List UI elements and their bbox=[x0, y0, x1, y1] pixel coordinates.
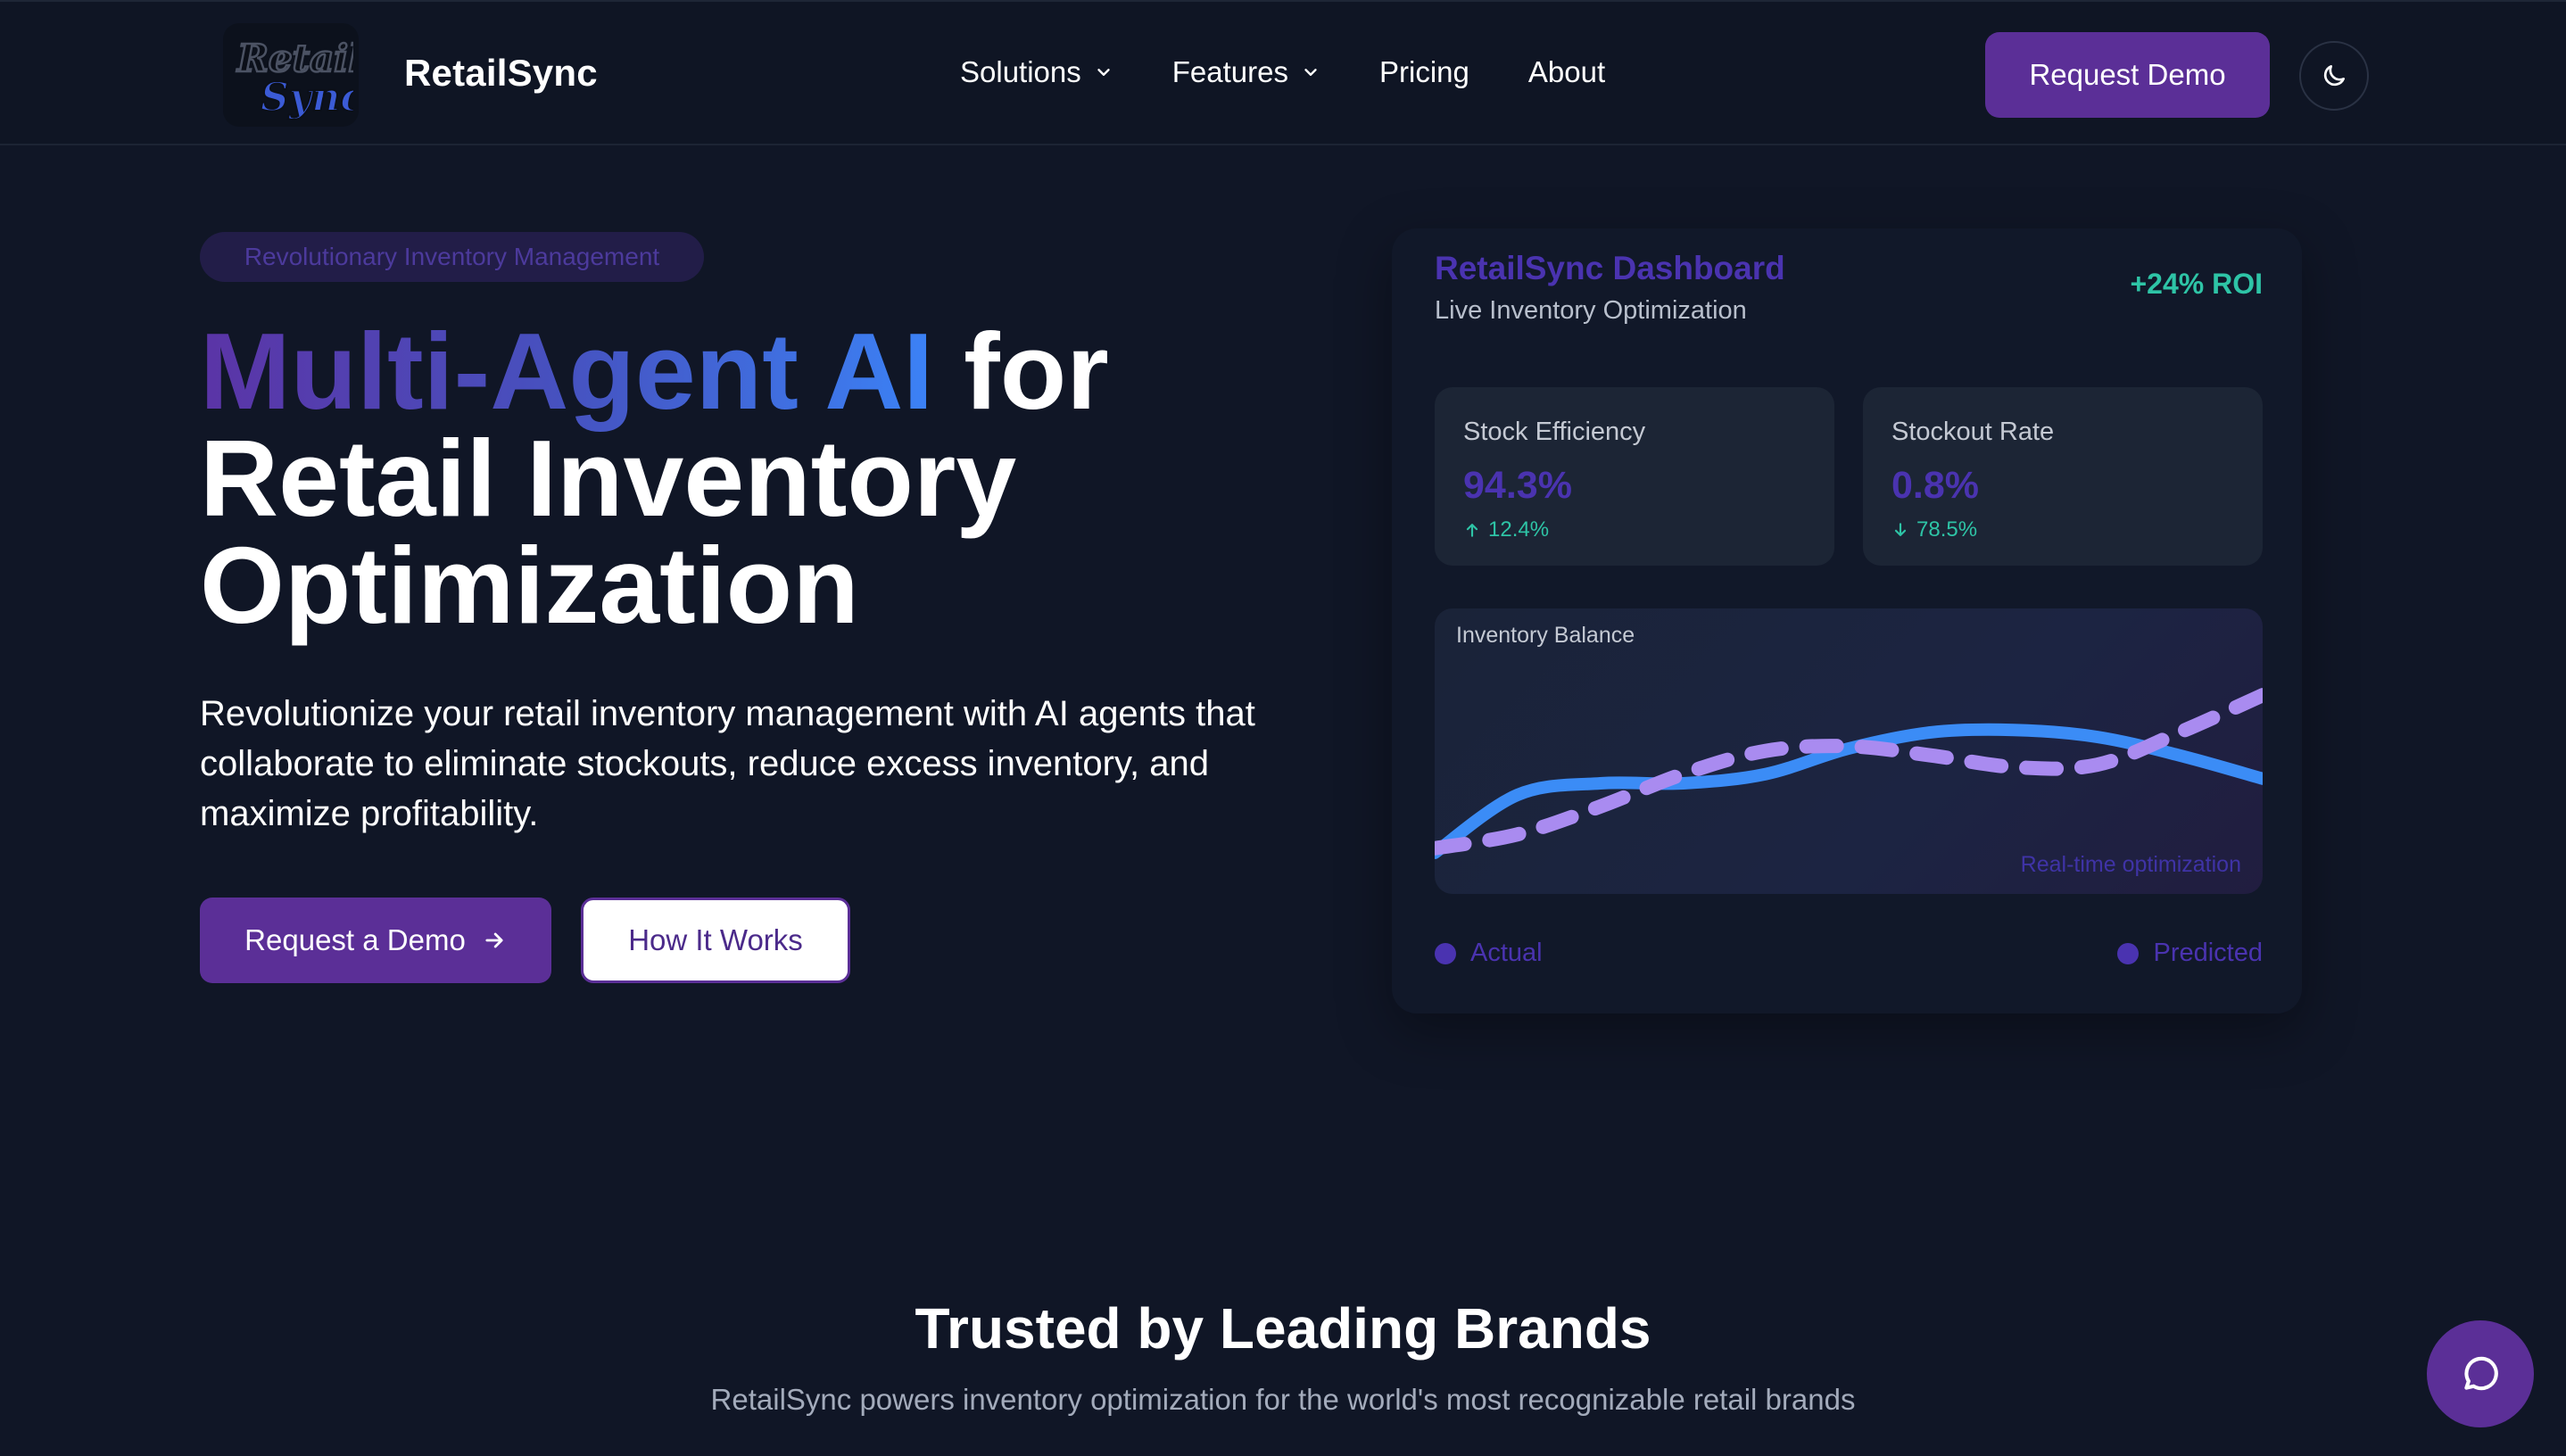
logo-script-mark: Retail Sync bbox=[236, 36, 353, 121]
nav-about[interactable]: About bbox=[1528, 55, 1605, 89]
stat-delta-value: 78.5% bbox=[1916, 517, 1978, 542]
retailsync-logo[interactable]: Retail Sync bbox=[223, 23, 359, 127]
trusted-title: Trusted by Leading Brands bbox=[915, 1296, 1651, 1361]
stat-card-stock-efficiency: Stock Efficiency 94.3% 12.4% bbox=[1435, 387, 1834, 566]
moon-icon bbox=[2323, 65, 2345, 87]
request-a-demo-label: Request a Demo bbox=[244, 923, 466, 956]
stat-delta-value: 12.4% bbox=[1488, 517, 1550, 542]
legend-dot-predicted bbox=[2117, 942, 2140, 964]
stat-label: Stockout Rate bbox=[1891, 418, 2055, 446]
chat-bubble-icon bbox=[2464, 1356, 2498, 1391]
main-nav: Solutions Features Pricing About bbox=[960, 55, 1664, 89]
roi-badge: +24% ROI bbox=[2130, 268, 2263, 300]
nav-about-label: About bbox=[1527, 55, 1606, 88]
stat-label: Stock Efficiency bbox=[1463, 418, 1646, 446]
request-a-demo-button[interactable]: Request a Demo bbox=[200, 898, 551, 983]
nav-features-label: Features bbox=[1171, 55, 1288, 88]
arrow-right-icon bbox=[485, 932, 503, 948]
svg-text:Sync: Sync bbox=[261, 75, 353, 120]
arrow-down-icon bbox=[1894, 523, 1907, 536]
top-navbar: Retail Sync RetailSync Solutions Feature… bbox=[0, 0, 2566, 145]
arrow-up-icon bbox=[1466, 524, 1478, 537]
legend-predicted: Predicted bbox=[2117, 939, 2263, 968]
nav-pricing[interactable]: Pricing bbox=[1379, 55, 1469, 89]
stat-value: 0.8% bbox=[1891, 464, 1980, 507]
hero-title-line2: Retail Inventory bbox=[200, 418, 1017, 539]
chart-note: Real-time optimization bbox=[2020, 852, 2241, 877]
nav-solutions[interactable]: Solutions bbox=[960, 55, 1113, 89]
stat-value: 94.3% bbox=[1463, 464, 1572, 507]
series-line-predicted bbox=[1435, 688, 2263, 856]
inventory-balance-chart: Inventory Balance Real-time optimization bbox=[1435, 608, 2263, 894]
trusted-subtitle: RetailSync powers inventory optimization… bbox=[710, 1383, 1856, 1416]
hero-title-highlight: Multi-Agent AI bbox=[200, 310, 934, 432]
nav-solutions-label: Solutions bbox=[960, 55, 1081, 88]
dashboard-subtitle: Live Inventory Optimization bbox=[1435, 296, 1747, 325]
hero-tag-badge: Revolutionary Inventory Management bbox=[200, 232, 704, 282]
hero-title-line3: Optimization bbox=[200, 525, 859, 646]
legend-label-actual: Actual bbox=[1470, 939, 1543, 967]
how-it-works-button[interactable]: How It Works bbox=[581, 898, 850, 983]
brand-name[interactable]: RetailSync bbox=[404, 52, 598, 95]
chart-title: Inventory Balance bbox=[1456, 623, 1635, 648]
request-demo-button[interactable]: Request Demo bbox=[1985, 32, 2270, 118]
inventory-balance-plot bbox=[1435, 688, 2263, 859]
dashboard-preview-card: RetailSync Dashboard Live Inventory Opti… bbox=[1392, 228, 2302, 1013]
stat-card-stockout-rate: Stockout Rate 0.8% 78.5% bbox=[1863, 387, 2263, 566]
svg-text:Retail: Retail bbox=[236, 37, 353, 80]
nav-features[interactable]: Features bbox=[1172, 55, 1320, 89]
theme-toggle-button[interactable] bbox=[2299, 41, 2369, 111]
legend-dot-actual bbox=[1435, 942, 1456, 964]
chevron-down-icon bbox=[1304, 69, 1317, 76]
chat-button[interactable] bbox=[2427, 1320, 2534, 1427]
hero-title-line1-rest: for bbox=[933, 310, 1109, 432]
nav-pricing-label: Pricing bbox=[1379, 55, 1469, 88]
chevron-down-icon bbox=[1097, 69, 1110, 76]
hero-title: Multi-Agent AI for Retail Inventory Opti… bbox=[200, 317, 1360, 640]
legend-label-predicted: Predicted bbox=[2153, 939, 2263, 967]
legend-actual: Actual bbox=[1435, 939, 1543, 968]
stat-delta: 78.5% bbox=[1891, 517, 1977, 542]
dashboard-title: RetailSync Dashboard bbox=[1435, 250, 1785, 286]
stat-delta: 12.4% bbox=[1463, 517, 1549, 542]
hero-subtitle: Revolutionize your retail inventory mana… bbox=[200, 694, 1255, 833]
